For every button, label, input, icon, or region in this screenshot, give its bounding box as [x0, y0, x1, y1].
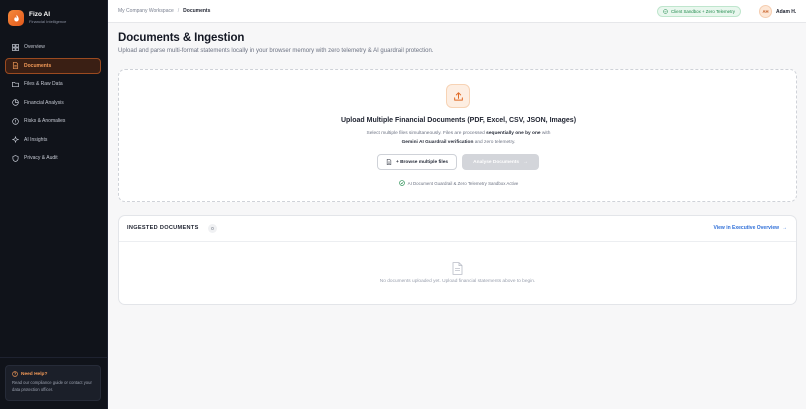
brand[interactable]: Fizo AI Financial Intelligence: [8, 10, 66, 26]
shield-icon: [12, 154, 19, 162]
help-icon: [12, 371, 18, 377]
arrow-right-icon: →: [782, 225, 787, 231]
sidebar-item-risks-anomalies[interactable]: Risks & Anomalies: [5, 113, 101, 129]
document-icon: [12, 62, 19, 69]
view-executive-overview-link[interactable]: View in Executive Overview →: [714, 225, 788, 231]
ingested-documents-title: INGESTED DOCUMENTS: [127, 225, 199, 231]
alert-icon: [12, 117, 19, 125]
page-subtitle: Upload and parse multi-format statements…: [118, 48, 434, 54]
sidebar-item-label: AI Insights: [24, 136, 48, 143]
sidebar-item-financial-analysis[interactable]: Financial Analysis: [5, 95, 101, 111]
chart-icon: [12, 99, 19, 106]
guardrail-status-text: AI Document Guardrail & Zero Telemetry S…: [407, 180, 519, 186]
browse-files-label: + Browse multiple files: [395, 159, 449, 165]
flame-icon: [8, 10, 24, 26]
breadcrumb-root[interactable]: My Company Workspace: [118, 8, 174, 14]
help-text: Read our compliance guide or contact you…: [12, 380, 92, 392]
avatar: AH: [759, 5, 772, 18]
breadcrumb-separator: /: [177, 8, 180, 14]
sidebar-item-label: Documents: [24, 62, 52, 69]
sidebar-divider: [0, 357, 108, 358]
view-executive-overview-label: View in Executive Overview: [713, 225, 780, 231]
brand-name: Fizo AI: [29, 11, 51, 18]
page-title: Documents & Ingestion: [118, 32, 245, 44]
document-count-badge: 0: [208, 224, 217, 233]
file-icon: [386, 159, 392, 165]
sidebar-item-label: Privacy & Audit: [24, 155, 58, 161]
sidebar: Fizo AI Financial Intelligence Overview …: [0, 0, 108, 409]
sidebar-nav: Overview Documents Files & Raw Data Fina…: [5, 39, 101, 169]
sidebar-item-ai-insights[interactable]: AI Insights: [5, 132, 101, 148]
upload-description: Select multiple files simultaneously. Fi…: [366, 131, 551, 145]
sparkle-icon: [12, 136, 19, 143]
sidebar-item-label: Financial Analysis: [24, 99, 64, 106]
sandbox-status-badge: Client Sandbox + Zero Telemetry: [657, 6, 741, 17]
empty-state-text: No documents uploaded yet. Upload financ…: [379, 279, 536, 284]
analyse-documents-button[interactable]: Analyse Documents →: [462, 154, 539, 170]
brand-subtitle: Financial Intelligence: [29, 19, 67, 24]
arrow-right-icon: →: [523, 159, 528, 165]
ingested-documents-panel: INGESTED DOCUMENTS 0 View in Executive O…: [118, 215, 797, 305]
breadcrumb-current: Documents: [183, 8, 211, 14]
upload-dropzone[interactable]: Upload Multiple Financial Documents (PDF…: [118, 69, 797, 202]
help-title: Need Help?: [21, 371, 48, 377]
sidebar-item-label: Overview: [24, 44, 45, 50]
folder-icon: [12, 81, 19, 88]
user-menu[interactable]: AH Adam H.: [759, 5, 796, 18]
check-circle-icon: [398, 180, 405, 186]
breadcrumb: My Company Workspace / Documents: [118, 8, 210, 14]
browse-files-button[interactable]: + Browse multiple files: [377, 154, 457, 170]
ingested-documents-header: INGESTED DOCUMENTS 0 View in Executive O…: [119, 216, 796, 242]
grid-icon: [12, 43, 19, 51]
help-card[interactable]: Need Help? Read our compliance guide or …: [5, 365, 101, 401]
sidebar-item-files-raw-data[interactable]: Files & Raw Data: [5, 76, 101, 92]
sidebar-item-label: Risks & Anomalies: [24, 118, 66, 124]
empty-document-icon: [452, 262, 463, 275]
sidebar-item-overview[interactable]: Overview: [5, 39, 101, 55]
upload-icon: [446, 84, 470, 108]
upload-title: Upload Multiple Financial Documents (PDF…: [340, 117, 577, 124]
sandbox-badge-label: Client Sandbox + Zero Telemetry: [671, 9, 735, 14]
sidebar-item-label: Files & Raw Data: [24, 81, 63, 87]
guardrail-status: AI Document Guardrail & Zero Telemetry S…: [119, 180, 798, 186]
analyse-documents-label: Analyse Documents: [473, 159, 520, 165]
sidebar-item-privacy-audit[interactable]: Privacy & Audit: [5, 150, 101, 166]
sidebar-item-documents[interactable]: Documents: [5, 57, 101, 74]
top-bar: My Company Workspace / Documents Client …: [108, 0, 806, 23]
check-circle-icon: [663, 9, 668, 14]
user-name: Adam H.: [776, 8, 797, 15]
